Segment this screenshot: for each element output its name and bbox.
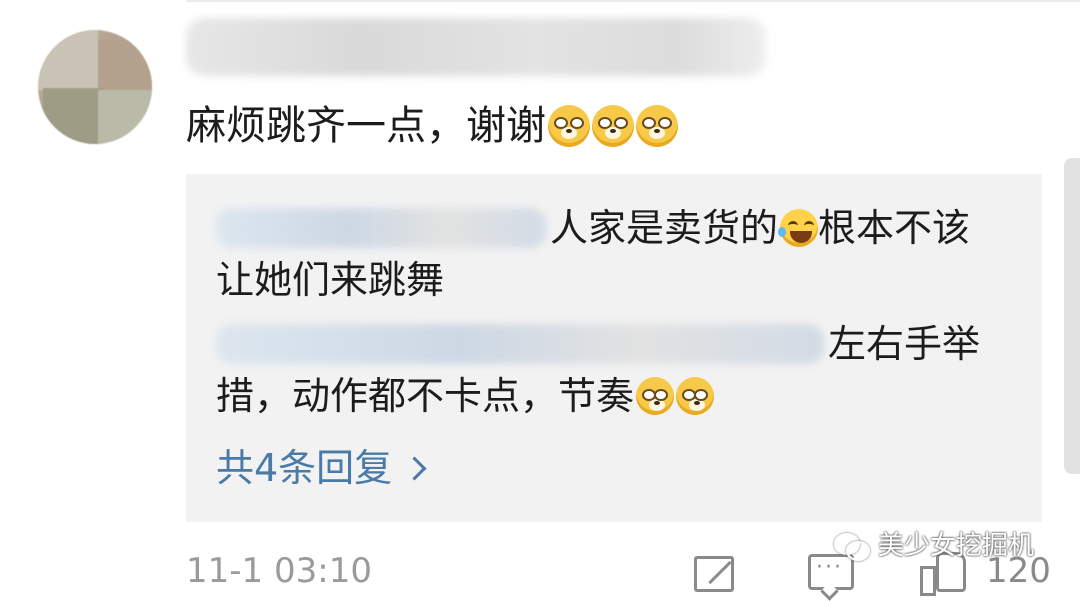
doge-emoji xyxy=(592,105,634,147)
chevron-right-icon xyxy=(402,455,427,481)
doge-emoji xyxy=(636,105,678,147)
reply-preview-box[interactable]: 人家是卖货的 根本不该 让她们来跳舞 左右手举 措，动作都不卡点，节奏 共4条回… xyxy=(186,174,1042,522)
comment-text: 麻烦跳齐一点，谢谢 xyxy=(186,98,678,154)
watermark: 美少女挖掘机 xyxy=(834,528,1034,564)
watermark-text: 美少女挖掘机 xyxy=(878,531,1035,561)
comment-body: 麻烦跳齐一点，谢谢 xyxy=(186,103,546,149)
avatar[interactable] xyxy=(38,30,152,144)
view-all-replies-link[interactable]: 共4条回复 xyxy=(216,442,427,494)
doge-emoji xyxy=(636,377,675,415)
blurred-username[interactable] xyxy=(186,18,766,76)
blurred-reply-username[interactable] xyxy=(216,324,824,364)
reply-2-text: 左右手举 xyxy=(828,322,981,366)
more-replies-label: 共4条回复 xyxy=(216,446,393,490)
reply-2-line-1: 左右手举 xyxy=(216,318,980,370)
reply-1-text: 人家是卖货的 xyxy=(550,206,779,250)
reply-2-text-2: 措，动作都不卡点，节奏 xyxy=(216,374,635,418)
reply-1-text-tail: 根本不该 xyxy=(818,206,971,250)
doge-emoji xyxy=(676,377,715,415)
reply-1-line-1: 人家是卖货的 根本不该 xyxy=(216,202,970,254)
divider-line xyxy=(186,0,1080,2)
reply-1-line-2: 让她们来跳舞 xyxy=(216,254,444,306)
wechat-icon xyxy=(834,531,870,561)
reply-1-text-2: 让她们来跳舞 xyxy=(216,258,445,302)
scrollbar[interactable] xyxy=(1064,158,1080,474)
share-icon[interactable] xyxy=(694,556,734,592)
blurred-reply-username[interactable] xyxy=(216,208,546,248)
laugh-cry-emoji xyxy=(778,209,819,247)
doge-emoji xyxy=(548,105,590,147)
comment-timestamp: 11-1 03:10 xyxy=(186,551,372,591)
reply-2-line-2: 措，动作都不卡点，节奏 xyxy=(216,370,715,422)
